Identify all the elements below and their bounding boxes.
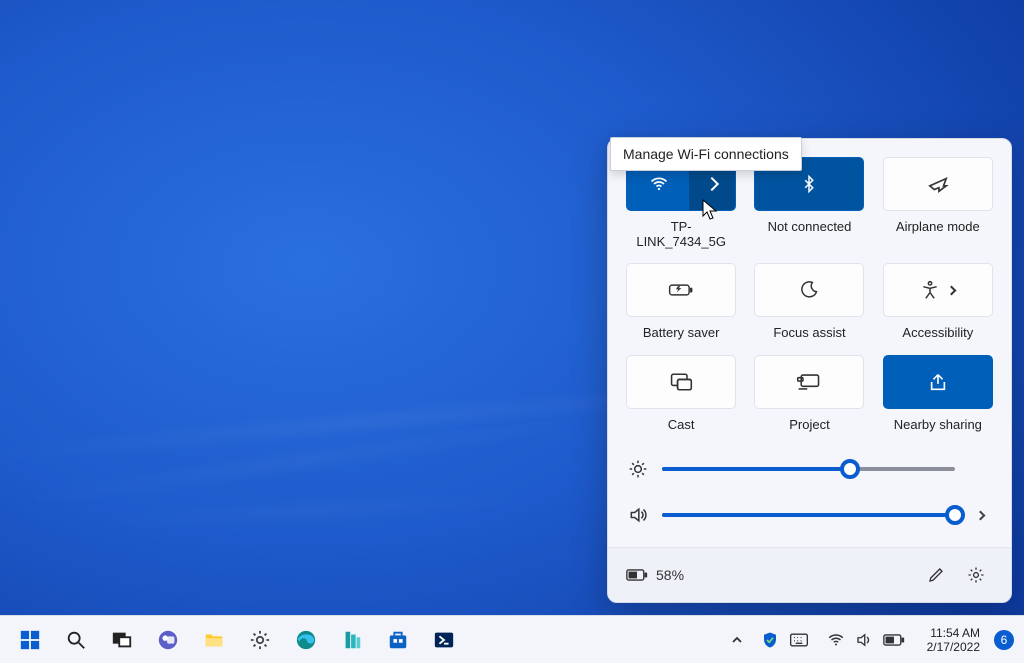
panel-footer: 58% <box>608 547 1011 602</box>
store-button[interactable] <box>378 620 418 660</box>
edit-button[interactable] <box>919 558 953 592</box>
wifi-icon <box>649 174 669 194</box>
clock[interactable]: 11:54 AM 2/17/2022 <box>923 626 984 654</box>
brightness-slider[interactable] <box>662 459 955 479</box>
notification-badge[interactable]: 6 <box>994 630 1014 650</box>
notification-count: 6 <box>1001 633 1008 647</box>
bluetooth-label: Not connected <box>768 219 852 235</box>
wifi-label: TP-LINK_7434_5G <box>626 219 736 249</box>
tooltip-text: Manage Wi-Fi connections <box>623 146 789 162</box>
chevron-right-icon <box>975 510 985 520</box>
windows-icon <box>19 629 41 651</box>
accessibility-tile[interactable] <box>883 263 993 317</box>
battery-saver-label: Battery saver <box>643 325 720 341</box>
moon-icon <box>799 280 819 300</box>
nearby-sharing-label: Nearby sharing <box>894 417 982 433</box>
file-explorer-button[interactable] <box>194 620 234 660</box>
clock-date: 2/17/2022 <box>927 640 980 654</box>
gear-icon <box>249 629 271 651</box>
cast-icon <box>669 372 693 392</box>
system-tray-cluster[interactable] <box>819 627 913 653</box>
edge-button[interactable] <box>286 620 326 660</box>
clock-time: 11:54 AM <box>927 626 980 640</box>
security-icon[interactable] <box>761 631 779 649</box>
quick-settings-panel: Manage Wi-Fi connections TP-LINK_7434_5G <box>607 138 1012 603</box>
volume-slider-row <box>628 505 991 525</box>
project-label: Project <box>789 417 829 433</box>
folder-icon <box>203 629 225 651</box>
powershell-button[interactable] <box>424 620 464 660</box>
settings-button[interactable] <box>959 558 993 592</box>
nearby-sharing-tile[interactable] <box>883 355 993 409</box>
mouse-cursor <box>702 199 718 221</box>
cast-label: Cast <box>668 417 695 433</box>
taskbar: 11:54 AM 2/17/2022 6 <box>0 615 1024 663</box>
brightness-icon <box>628 459 648 479</box>
pencil-icon <box>927 566 945 584</box>
office-button[interactable] <box>332 620 372 660</box>
task-view-button[interactable] <box>102 620 142 660</box>
gear-icon <box>967 566 985 584</box>
cast-tile[interactable] <box>626 355 736 409</box>
chevron-up-icon <box>731 634 743 646</box>
powershell-icon <box>433 629 455 651</box>
search-button[interactable] <box>56 620 96 660</box>
keyboard-icon[interactable] <box>789 632 809 648</box>
tray-overflow-button[interactable] <box>723 620 751 660</box>
project-icon <box>796 372 822 392</box>
teams-icon <box>157 629 179 651</box>
battery-status[interactable]: 58% <box>626 567 684 583</box>
chevron-right-icon <box>705 177 719 191</box>
volume-slider[interactable] <box>662 505 955 525</box>
battery-icon <box>626 568 648 582</box>
teams-button[interactable] <box>148 620 188 660</box>
store-icon <box>387 629 409 651</box>
volume-expand-button[interactable] <box>969 512 991 519</box>
focus-assist-label: Focus assist <box>773 325 845 341</box>
wifi-tooltip: Manage Wi-Fi connections <box>610 137 802 171</box>
share-icon <box>927 372 949 392</box>
volume-icon <box>855 631 873 649</box>
start-button[interactable] <box>10 620 50 660</box>
battery-percent: 58% <box>656 567 684 583</box>
battery-icon <box>883 633 905 647</box>
bluetooth-icon <box>800 173 818 195</box>
office-icon <box>341 629 363 651</box>
edge-icon <box>295 629 317 651</box>
volume-icon <box>628 505 648 525</box>
airplane-label: Airplane mode <box>896 219 980 235</box>
search-icon <box>65 629 87 651</box>
chevron-right-icon <box>947 285 957 295</box>
battery-saver-icon <box>668 281 694 299</box>
focus-assist-tile[interactable] <box>754 263 864 317</box>
task-view-icon <box>111 629 133 651</box>
accessibility-label: Accessibility <box>902 325 973 341</box>
airplane-tile[interactable] <box>883 157 993 211</box>
battery-saver-tile[interactable] <box>626 263 736 317</box>
settings-app-button[interactable] <box>240 620 280 660</box>
brightness-slider-row <box>628 459 991 479</box>
airplane-icon <box>927 173 949 195</box>
project-tile[interactable] <box>754 355 864 409</box>
wifi-icon <box>827 631 845 649</box>
accessibility-icon <box>920 280 940 300</box>
